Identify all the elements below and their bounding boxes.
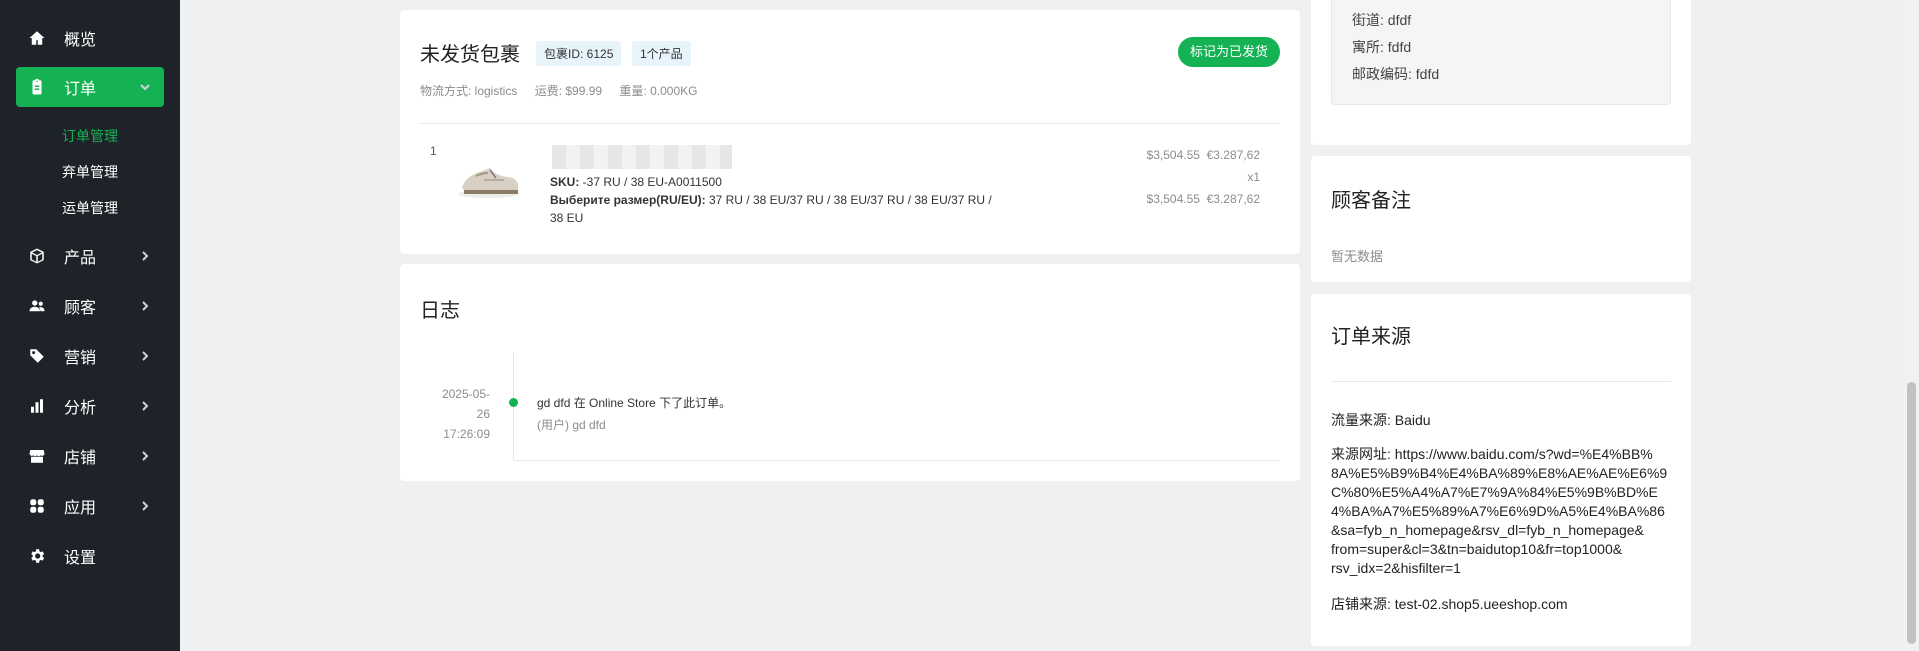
box-icon xyxy=(28,247,46,265)
sidebar-item-products[interactable]: 产品 xyxy=(16,236,164,276)
customer-notes-card: 顾客备注 暂无数据 xyxy=(1311,156,1691,282)
chevron-right-icon xyxy=(138,299,152,313)
sidebar-item-label: 分析 xyxy=(64,400,97,417)
source-url-line: rsv_idx=2&hisfilter=1 xyxy=(1331,560,1461,576)
sidebar-item-customers[interactable]: 顾客 xyxy=(16,286,164,326)
shipping-fee: 运费: $99.99 xyxy=(534,84,603,98)
sidebar: 概览 订单 订单管理 弃单管理 运单管理 产品 顾客 营销 分析 店铺 应用 设… xyxy=(0,0,180,651)
customer-notes-title: 顾客备注 xyxy=(1331,190,1411,212)
item-option: Выберите размер(RU/EU): 37 RU / 38 EU/37… xyxy=(550,191,1000,227)
source-url-line: &sa=fyb_n_homepage&rsv_dl=fyb_n_homepage… xyxy=(1331,522,1644,538)
package-weight: 重量: 0.000KG xyxy=(619,84,698,98)
divider xyxy=(1331,381,1671,382)
sidebar-subitem-order-management[interactable]: 订单管理 xyxy=(62,126,118,146)
sidebar-item-apps[interactable]: 应用 xyxy=(16,486,164,526)
sidebar-item-label: 营销 xyxy=(64,350,97,367)
home-icon xyxy=(28,29,46,47)
divider xyxy=(420,123,1280,124)
sidebar-item-label: 概览 xyxy=(64,32,97,49)
order-source-card: 订单来源 流量来源: Baidu 来源网址: https://www.baidu… xyxy=(1311,294,1691,646)
log-entry-timestamp: 2025-05-26 17:26:09 xyxy=(440,384,490,444)
clipboard-icon xyxy=(28,78,46,96)
product-count-tag: 1个产品 xyxy=(632,41,691,66)
log-entry-date: 2025-05-26 xyxy=(441,387,490,421)
log-title: 日志 xyxy=(420,300,460,322)
sidebar-item-overview[interactable]: 概览 xyxy=(16,18,164,58)
sku-label: SKU: xyxy=(550,175,580,189)
page-scrollbar[interactable] xyxy=(1904,0,1919,651)
sidebar-item-label: 设置 xyxy=(64,550,97,567)
chevron-right-icon xyxy=(138,449,152,463)
item-sku: SKU: -37 RU / 38 EU-A0011500 xyxy=(550,173,722,191)
mark-as-shipped-button[interactable]: 标记为已发货 xyxy=(1177,37,1280,67)
sidebar-item-settings[interactable]: 设置 xyxy=(16,536,164,576)
chevron-right-icon xyxy=(138,249,152,263)
traffic-source: 流量来源: Baidu xyxy=(1331,412,1431,428)
address-postal-code: 邮政编码: fdfd xyxy=(1352,66,1440,82)
customer-notes-empty: 暂无数据 xyxy=(1331,249,1384,264)
source-url-line: 4%BA%A7%E5%89%A7%E6%9D%A5%E4%BA%86 xyxy=(1331,503,1665,519)
sidebar-item-analytics[interactable]: 分析 xyxy=(16,386,164,426)
total-price-usd: $3,504.55 xyxy=(1146,192,1200,206)
product-image[interactable] xyxy=(456,150,526,202)
sku-value: -37 RU / 38 EU-A0011500 xyxy=(579,175,722,189)
item-pricing: $3,504.55 €3.287,62 x1 $3,504.55 €3.287,… xyxy=(1147,144,1260,210)
users-icon xyxy=(28,297,46,315)
gear-icon xyxy=(28,547,46,565)
option-label: Выберите размер(RU/EU): xyxy=(550,193,706,207)
chevron-right-icon xyxy=(138,499,152,513)
sidebar-subitem-abandoned-orders[interactable]: 弃单管理 xyxy=(62,162,118,182)
log-entry-message: gd dfd 在 Online Store 下了此订单。 xyxy=(537,396,732,410)
sidebar-item-label: 产品 xyxy=(64,250,97,267)
sidebar-item-orders[interactable]: 订单 xyxy=(16,67,164,107)
source-url-line: C%80%E5%A4%A7%E7%9A%84%E5%9B%BD%E xyxy=(1331,484,1658,500)
apps-icon xyxy=(28,497,46,515)
chevron-down-icon xyxy=(138,80,152,94)
unshipped-package-card: 未发货包裹 包裹ID: 6125 1个产品 标记为已发货 物流方式: logis… xyxy=(400,10,1300,254)
address-box: 街道: dfdf 寓所: fdfd 邮政编码: fdfd xyxy=(1331,0,1671,105)
item-index: 1 xyxy=(430,144,437,158)
unit-price-usd: $3,504.55 xyxy=(1146,148,1200,162)
divider xyxy=(514,460,1280,461)
unit-price-eur: €3.287,62 xyxy=(1206,148,1260,162)
timeline-dot xyxy=(509,398,518,407)
sidebar-item-store[interactable]: 店铺 xyxy=(16,436,164,476)
source-url-line: 8A%E5%B9%B4%E4%BA%89%E8%AE%AE%E6%9 xyxy=(1331,465,1668,481)
sidebar-item-label: 店铺 xyxy=(64,450,97,467)
scrollbar-thumb[interactable] xyxy=(1907,382,1916,644)
source-url-line: from=super&cl=3&tn=baidutop10&fr=top1000… xyxy=(1331,541,1623,557)
tag-icon xyxy=(28,347,46,365)
package-id-tag: 包裹ID: 6125 xyxy=(536,41,622,66)
log-card: 日志 2025-05-26 17:26:09 gd dfd 在 Online S… xyxy=(400,264,1300,481)
sidebar-item-label: 顾客 xyxy=(64,300,97,317)
shipping-method: 物流方式: logistics xyxy=(420,84,518,98)
item-quantity: x1 xyxy=(1247,170,1260,184)
sidebar-item-label: 订单 xyxy=(64,81,97,98)
shipping-address-card: 街道: dfdf 寓所: fdfd 邮政编码: fdfd xyxy=(1311,0,1691,145)
source-url-line: 来源网址: https://www.baidu.com/s?wd=%E4%BB% xyxy=(1331,446,1653,462)
store-icon xyxy=(28,447,46,465)
product-name-redacted[interactable] xyxy=(552,145,732,169)
chevron-right-icon xyxy=(138,399,152,413)
chart-icon xyxy=(28,397,46,415)
sidebar-item-label: 应用 xyxy=(64,500,97,517)
chevron-right-icon xyxy=(138,349,152,363)
sidebar-item-marketing[interactable]: 营销 xyxy=(16,336,164,376)
log-entry-user: (用户) gd dfd xyxy=(537,418,606,432)
address-apartment: 寓所: fdfd xyxy=(1352,39,1412,55)
source-url[interactable]: 来源网址: https://www.baidu.com/s?wd=%E4%BB%… xyxy=(1331,445,1676,578)
store-source: 店铺来源: test-02.shop5.ueeshop.com xyxy=(1331,596,1568,612)
sidebar-subitem-shipment-management[interactable]: 运单管理 xyxy=(62,198,118,218)
package-title: 未发货包裹 xyxy=(420,44,520,66)
address-street: 街道: dfdf xyxy=(1352,12,1412,28)
log-entry-time: 17:26:09 xyxy=(443,427,490,441)
order-source-title: 订单来源 xyxy=(1331,326,1411,348)
total-price-eur: €3.287,62 xyxy=(1206,192,1260,206)
